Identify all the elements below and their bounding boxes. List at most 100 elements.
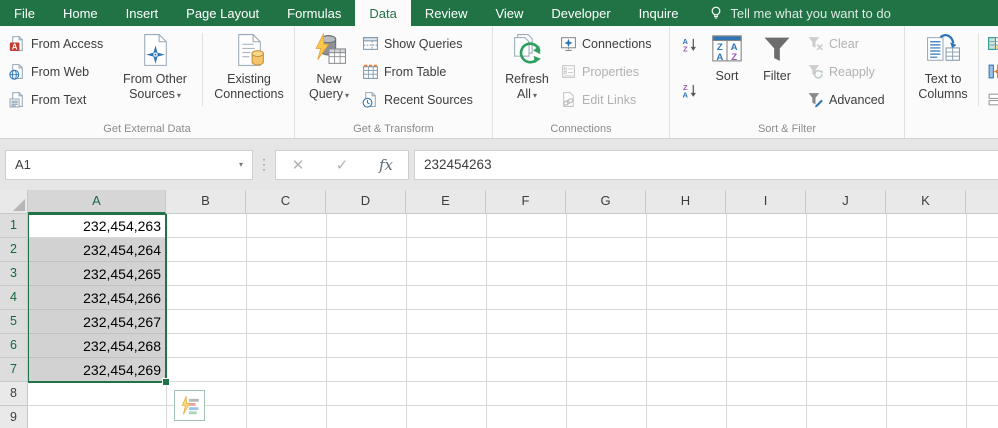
from-other-sources-button[interactable]: From Other Sources▾ <box>111 29 199 116</box>
row-header-1[interactable]: 1 <box>0 214 28 238</box>
group-divider <box>978 33 979 106</box>
advanced-filter-button[interactable]: Advanced <box>803 90 889 109</box>
tell-me-box[interactable]: Tell me what you want to do <box>708 0 890 26</box>
column-header-D[interactable]: D <box>326 190 406 214</box>
new-query-icon <box>311 32 348 69</box>
recent-sources-button[interactable]: Recent Sources <box>358 90 477 109</box>
clear-filter-button[interactable]: Clear <box>803 34 889 53</box>
column-header-G[interactable]: G <box>566 190 646 214</box>
from-table-button[interactable]: From Table <box>358 62 477 81</box>
svg-text:Z: Z <box>683 45 688 53</box>
column-header-E[interactable]: E <box>406 190 486 214</box>
grid-cells-area[interactable]: 232,454,263232,454,264232,454,265232,454… <box>28 214 998 428</box>
tab-file[interactable]: File <box>0 0 49 26</box>
column-header-F[interactable]: F <box>486 190 566 214</box>
remove-duplicates-button-partial[interactable] <box>983 62 998 81</box>
name-box[interactable]: A1 ▾ <box>5 150 253 180</box>
enter-icon[interactable]: ✓ <box>320 156 364 174</box>
tab-data[interactable]: Data <box>355 0 410 26</box>
from-text-button[interactable]: From Text <box>5 90 111 109</box>
properties-label: Properties <box>582 65 639 79</box>
tab-developer[interactable]: Developer <box>537 0 624 26</box>
column-header-K[interactable]: K <box>886 190 966 214</box>
row-headers: 123456789 <box>0 214 28 428</box>
group-label-get-external-data: Get External Data <box>0 123 294 138</box>
column-header-partial[interactable] <box>966 190 998 214</box>
row-header-3[interactable]: 3 <box>0 262 28 286</box>
group-sort-filter: A Z Z A <box>670 26 905 138</box>
tab-page-layout[interactable]: Page Layout <box>172 0 273 26</box>
tab-view[interactable]: View <box>481 0 537 26</box>
existing-connections-button[interactable]: Existing Connections <box>206 29 292 116</box>
tab-formulas[interactable]: Formulas <box>273 0 355 26</box>
edit-links-button[interactable]: Edit Links <box>556 90 656 109</box>
tab-insert[interactable]: Insert <box>112 0 173 26</box>
row-header-2[interactable]: 2 <box>0 238 28 262</box>
row-header-6[interactable]: 6 <box>0 334 28 358</box>
svg-text:A: A <box>683 91 689 99</box>
sort-descending-button[interactable]: Z A <box>677 81 702 100</box>
advanced-filter-icon <box>807 91 824 108</box>
formula-value: 232454263 <box>424 157 492 172</box>
group-data-tools: Text to Columns <box>905 26 998 138</box>
connections-button[interactable]: Connections <box>556 34 656 53</box>
column-header-C[interactable]: C <box>246 190 326 214</box>
from-web-button[interactable]: From Web <box>5 62 111 81</box>
sort-za-icon: Z A <box>681 82 698 99</box>
group-label-get-transform: Get & Transform <box>295 123 492 138</box>
advanced-filter-label: Advanced <box>829 93 885 107</box>
flash-fill-button-partial[interactable] <box>983 34 998 53</box>
tab-review[interactable]: Review <box>411 0 482 26</box>
tab-home[interactable]: Home <box>49 0 112 26</box>
row-header-8[interactable]: 8 <box>0 382 28 406</box>
data-validation-button-partial[interactable] <box>983 90 998 109</box>
row-header-5[interactable]: 5 <box>0 310 28 334</box>
from-text-icon <box>9 91 26 108</box>
column-header-J[interactable]: J <box>806 190 886 214</box>
from-web-label: From Web <box>31 65 89 79</box>
spreadsheet-grid: ABCDEFGHIJK 123456789 232,454,263232,454… <box>0 190 998 428</box>
tell-me-label: Tell me what you want to do <box>730 6 890 21</box>
row-header-9[interactable]: 9 <box>0 406 28 428</box>
column-header-B[interactable]: B <box>166 190 246 214</box>
reapply-filter-button[interactable]: Reapply <box>803 62 889 81</box>
formula-bar-row: A1 ▾ ⋮ ✕ ✓ fx 232454263 <box>0 139 998 190</box>
refresh-all-button[interactable]: Refresh All▾ <box>498 29 556 116</box>
refresh-all-label: Refresh All <box>505 72 549 101</box>
properties-button[interactable]: Properties <box>556 62 656 81</box>
show-queries-button[interactable]: Show Queries <box>358 34 477 53</box>
tab-inquire[interactable]: Inquire <box>625 0 693 26</box>
selection-border <box>28 214 167 383</box>
remove-duplicates-icon <box>987 63 998 80</box>
select-all-corner[interactable] <box>0 190 28 214</box>
dropdown-arrow-icon: ▾ <box>177 91 181 100</box>
from-access-button[interactable]: A From Access <box>5 34 111 53</box>
text-to-columns-button[interactable]: Text to Columns <box>910 29 976 116</box>
excel-window: FileHomeInsertPage LayoutFormulasDataRev… <box>0 0 998 428</box>
from-web-icon <box>9 63 26 80</box>
column-header-H[interactable]: H <box>646 190 726 214</box>
connections-icon <box>560 35 577 52</box>
formula-input[interactable]: 232454263 <box>414 150 998 180</box>
row-header-7[interactable]: 7 <box>0 358 28 382</box>
fill-handle[interactable] <box>162 378 170 386</box>
reapply-filter-label: Reapply <box>829 65 875 79</box>
column-headers: ABCDEFGHIJK <box>28 190 998 214</box>
filter-button[interactable]: Filter <box>751 29 803 116</box>
column-header-A[interactable]: A <box>28 190 166 214</box>
flash-fill-icon <box>987 35 998 52</box>
new-query-button[interactable]: New Query▾ <box>300 29 358 116</box>
auto-fill-options-button[interactable] <box>174 390 205 421</box>
name-box-dropdown-icon[interactable]: ▾ <box>239 160 243 169</box>
insert-function-icon[interactable]: fx <box>364 156 408 174</box>
edit-links-label: Edit Links <box>582 93 636 107</box>
column-header-I[interactable]: I <box>726 190 806 214</box>
text-to-columns-icon <box>925 32 962 69</box>
from-table-label: From Table <box>384 65 446 79</box>
data-tools-partial-icons <box>981 29 998 116</box>
sort-button[interactable]: Z A A Z Sort <box>703 29 751 116</box>
group-connections: Refresh All▾ Connections <box>493 26 670 138</box>
sort-ascending-button[interactable]: A Z <box>677 35 702 54</box>
row-header-4[interactable]: 4 <box>0 286 28 310</box>
cancel-icon[interactable]: ✕ <box>276 156 320 174</box>
